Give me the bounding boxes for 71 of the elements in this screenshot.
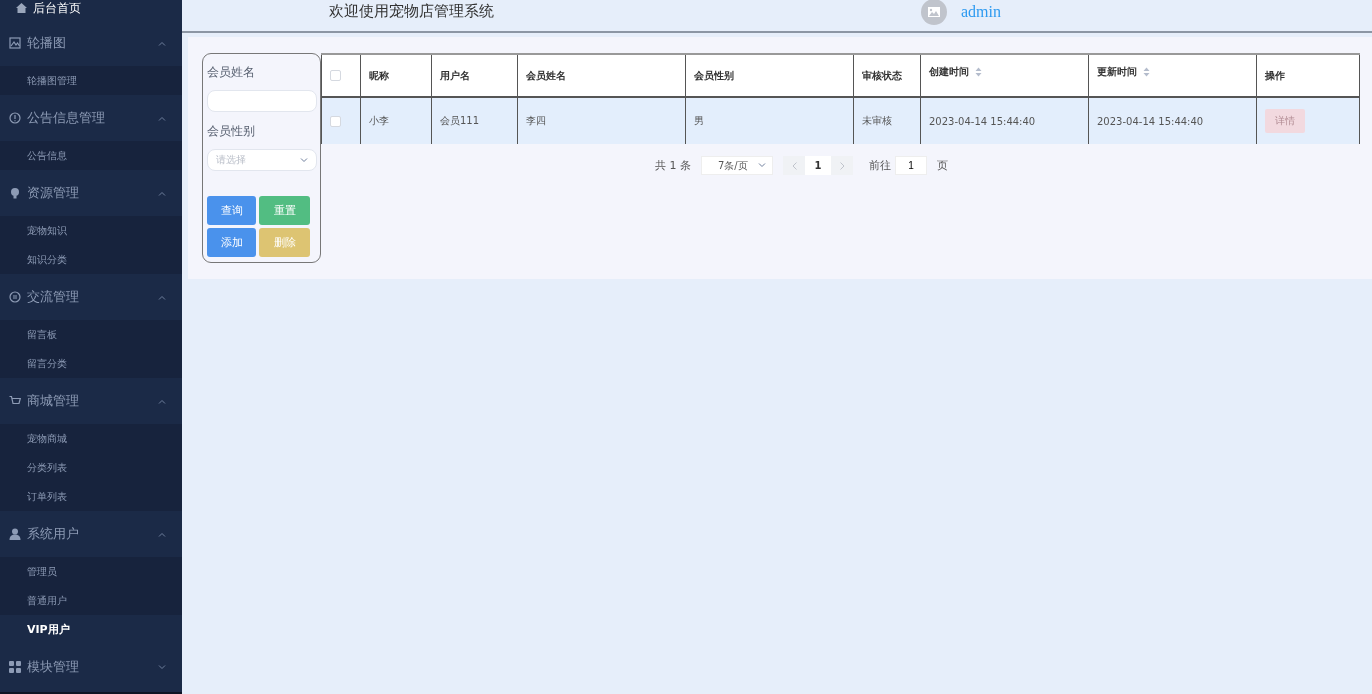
sidebar-group[interactable]: 商城管理 [0, 378, 182, 424]
column-header[interactable]: 会员姓名 [526, 68, 566, 83]
column-header[interactable]: 创建时间 [929, 65, 969, 79]
action-button[interactable]: 查询 [207, 196, 256, 225]
sidebar-group[interactable]: 轮播图 [0, 20, 182, 66]
user-icon [9, 528, 21, 540]
home-icon [16, 3, 27, 13]
total-count: 共 1 条 [655, 158, 691, 173]
cart-icon [9, 395, 21, 407]
sidebar-group[interactable]: 系统用户 [0, 511, 182, 557]
column-header[interactable]: 用户名 [440, 68, 470, 83]
action-button[interactable]: 添加 [207, 228, 256, 257]
sidebar-item[interactable]: 公告信息 [0, 141, 182, 170]
chevron-up-icon [158, 115, 166, 121]
goto-label: 前往 [869, 158, 891, 173]
table-cell: 男 [694, 115, 704, 126]
column-header[interactable]: 昵称 [369, 68, 389, 83]
table-cell: 2023-04-14 15:44:40 [1097, 115, 1204, 127]
table-cell: 2023-04-14 15:44:40 [929, 115, 1036, 127]
chevron-right-icon [839, 161, 845, 170]
chevron-up-icon [158, 190, 166, 196]
sidebar-item[interactable]: VIP用户 [0, 615, 182, 644]
info-icon [9, 112, 21, 124]
sidebar-item[interactable]: 普通用户 [0, 586, 182, 615]
chevron-left-icon [791, 161, 797, 170]
checkbox[interactable] [330, 115, 341, 127]
page-input[interactable]: 1 [895, 156, 927, 175]
app-title: 欢迎使用宠物店管理系统 [329, 2, 495, 21]
chevron-down-icon [300, 157, 308, 163]
page-size-select[interactable]: 7条/页 [701, 156, 773, 175]
chevron-down-icon [158, 664, 166, 670]
table-cell: 会员111 [440, 115, 480, 126]
chat-icon [9, 291, 21, 303]
sidebar-item[interactable]: 管理员 [0, 557, 182, 586]
input-field[interactable] [207, 90, 317, 112]
chevron-up-icon [158, 294, 166, 300]
field-label: 会员性别 [207, 123, 256, 140]
field-label: 会员姓名 [207, 64, 256, 81]
sort-icon [975, 67, 982, 77]
image-icon [9, 37, 21, 49]
table-cell: 未审核 [862, 115, 892, 126]
chevron-up-icon [158, 398, 166, 404]
sidebar-item[interactable]: 知识分类 [0, 245, 182, 274]
sidebar-group[interactable]: 资源管理 [0, 170, 182, 216]
bulb-icon [9, 187, 21, 199]
sidebar-item[interactable]: 留言分类 [0, 349, 182, 378]
sidebar-group[interactable]: 交流管理 [0, 274, 182, 320]
chevron-up-icon [158, 40, 166, 46]
avatar-icon [921, 0, 947, 25]
sidebar-item[interactable]: 订单列表 [0, 482, 182, 511]
sidebar-item[interactable]: 分类列表 [0, 453, 182, 482]
grid-icon [9, 661, 21, 673]
column-header[interactable]: 审核状态 [862, 68, 902, 83]
sidebar-group[interactable]: 模块管理 [0, 644, 182, 690]
chevron-down-icon [758, 163, 766, 168]
table-cell: 李四 [526, 115, 546, 126]
sort-icon [1143, 67, 1150, 77]
column-header[interactable]: 操作 [1265, 68, 1285, 83]
sidebar-item[interactable]: 轮播图管理 [0, 66, 182, 95]
sidebar-item[interactable]: 宠物知识 [0, 216, 182, 245]
chevron-up-icon [158, 531, 166, 537]
sidebar-group[interactable]: 公告信息管理 [0, 95, 182, 141]
sidebar-item[interactable]: 后台首页 [0, 0, 182, 20]
column-header[interactable]: 更新时间 [1097, 65, 1137, 79]
page-unit: 页 [937, 158, 948, 173]
sidebar-item[interactable]: 宠物商城 [0, 424, 182, 453]
checkbox[interactable] [330, 70, 341, 82]
column-header[interactable]: 会员性别 [694, 68, 734, 83]
sidebar-item[interactable]: 留言板 [0, 320, 182, 349]
table-cell: 小李 [369, 115, 389, 126]
page-button[interactable]: 1 [805, 156, 831, 175]
